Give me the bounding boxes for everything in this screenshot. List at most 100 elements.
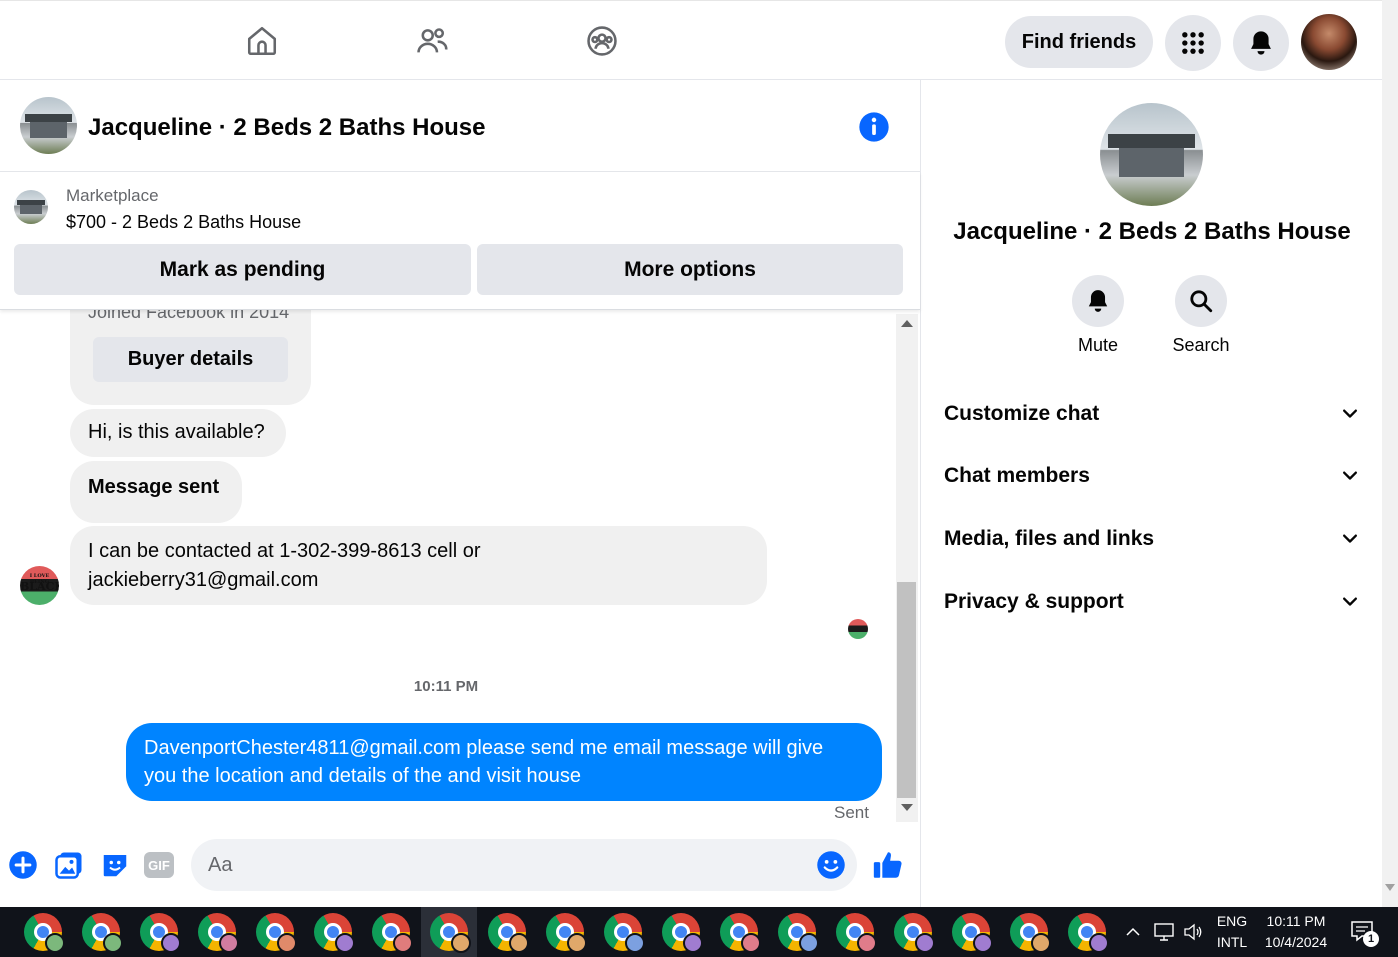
chat-header: Jacqueline · 2 Beds 2 Baths House [0,80,920,172]
taskbar-chrome-window[interactable] [189,907,245,957]
marketplace-listing-bar: Marketplace $700 - 2 Beds 2 Baths House … [0,172,920,310]
chevron-down-icon [1343,409,1357,418]
action-center-icon[interactable]: 1 [1350,919,1379,950]
scroll-down-arrow[interactable] [901,804,913,811]
chevron-down-icon [1343,597,1357,606]
taskbar-chrome-window[interactable] [479,907,535,957]
add-plus-icon[interactable] [7,849,39,881]
joined-facebook-text: Joined Facebook in 2014 [88,310,290,322]
sender-avatar[interactable]: I LOVE BEING BLACK [20,566,59,605]
notification-count-badge: 1 [1363,931,1379,947]
chat-details-panel: Jacqueline · 2 Beds 2 Baths House Mute S… [920,80,1382,907]
message-text-line: I can be contacted at 1-302-399-8613 cel… [88,540,481,562]
section-label: Customize chat [944,402,1100,425]
profile-badge-icon [161,933,181,953]
more-options-button[interactable]: More options [477,244,903,295]
volume-icon[interactable] [1182,921,1204,943]
profile-badge-icon [1089,933,1109,953]
section-media-files-links[interactable]: Media, files and links [944,519,1360,559]
profile-avatar[interactable] [1301,14,1357,70]
scroll-up-arrow[interactable] [901,320,913,327]
message-bubble-incoming: Hi, is this available? [70,409,286,457]
message-thread: Joined Facebook in 2014 Buyer details Hi… [0,310,896,822]
friends-icon[interactable] [414,23,450,59]
buyer-details-button[interactable]: Buyer details [93,337,288,382]
taskbar-chrome-window[interactable] [769,907,825,957]
notifications-bell-icon[interactable] [1233,15,1289,71]
taskbar-chrome-window[interactable] [247,907,303,957]
message-text-line: DavenportChester4811@gmail.com please se… [144,737,824,759]
taskbar-chrome-window[interactable] [943,907,999,957]
profile-badge-icon [973,933,993,953]
taskbar-chrome-window[interactable] [885,907,941,957]
profile-badge-icon [103,933,123,953]
top-navigation-bar: Find friends [0,0,1382,80]
taskbar-chrome-window[interactable] [15,907,71,957]
profile-badge-icon [509,933,529,953]
profile-badge-icon [393,933,413,953]
menu-grid-icon[interactable] [1165,15,1221,71]
profile-badge-icon [567,933,587,953]
listing-price-title[interactable]: $700 - 2 Beds 2 Baths House [66,212,301,233]
chevron-down-icon [1343,534,1357,543]
search-icon[interactable] [1175,275,1227,327]
section-label: Chat members [944,464,1090,487]
mute-bell-icon[interactable] [1072,275,1124,327]
message-input[interactable] [191,839,857,891]
message-composer: GIF [0,822,920,907]
home-icon[interactable] [244,23,280,59]
section-privacy-support[interactable]: Privacy & support [944,582,1360,622]
profile-badge-icon [45,933,65,953]
emoji-icon[interactable] [815,849,847,881]
taskbar-chrome-window[interactable] [1059,907,1115,957]
taskbar-chrome-window[interactable] [537,907,593,957]
message-bubble-outgoing: DavenportChester4811@gmail.com please se… [126,723,882,801]
taskbar-chrome-window[interactable] [827,907,883,957]
taskbar-chrome-window[interactable] [711,907,767,957]
message-text: Message sent [88,476,220,498]
mute-label: Mute [1077,335,1119,355]
page-scrollbar[interactable] [1382,0,1398,907]
message-bubble-incoming: I can be contacted at 1-302-399-8613 cel… [70,526,767,605]
scroll-thumb[interactable] [897,582,916,798]
keyboard-layout: INTL [1216,934,1248,950]
tray-chevron-up-icon[interactable] [1125,924,1141,940]
clock-date: 10/4/2024 [1264,934,1328,950]
photo-gallery-icon[interactable] [53,849,85,881]
thread-scrollbar[interactable] [896,314,918,822]
section-label: Media, files and links [944,527,1155,550]
taskbar-chrome-window[interactable] [131,907,187,957]
marketplace-label: Marketplace [66,186,159,205]
section-label: Privacy & support [944,590,1124,613]
thumbs-up-icon[interactable] [870,849,906,881]
search-action[interactable]: Search [1156,275,1246,356]
details-avatar[interactable] [1100,103,1203,206]
taskbar-chrome-window[interactable] [305,907,361,957]
taskbar-chrome-window[interactable] [653,907,709,957]
section-chat-members[interactable]: Chat members [944,456,1360,496]
section-customize-chat[interactable]: Customize chat [944,394,1360,434]
clock[interactable]: 10:11 PM 10/4/2024 [1256,913,1336,950]
taskbar-chrome-window[interactable] [421,907,477,957]
taskbar-chrome-window[interactable] [363,907,419,957]
chat-title[interactable]: Jacqueline · 2 Beds 2 Baths House [88,114,485,142]
page-scroll-down-arrow[interactable] [1385,884,1395,891]
find-friends-button[interactable]: Find friends [1005,16,1153,68]
info-icon[interactable] [858,111,890,143]
message-text-line: jackieberry31@gmail.com [88,569,319,591]
mute-action[interactable]: Mute [1053,275,1143,356]
taskbar-chrome-window[interactable] [595,907,651,957]
network-icon[interactable] [1153,921,1175,943]
gif-label: GIF [148,858,170,873]
language-indicator[interactable]: ENG INTL [1210,913,1254,950]
profile-badge-icon [335,933,355,953]
windows-taskbar: ENG INTL 10:11 PM 10/4/2024 1 [0,907,1398,957]
chat-avatar[interactable] [20,97,77,154]
taskbar-chrome-window[interactable] [1001,907,1057,957]
mark-as-pending-button[interactable]: Mark as pending [14,244,471,295]
sticker-icon[interactable] [99,849,131,881]
taskbar-chrome-window[interactable] [73,907,129,957]
groups-icon[interactable] [584,23,620,59]
gif-icon[interactable]: GIF [143,849,175,881]
listing-thumbnail[interactable] [14,190,48,224]
